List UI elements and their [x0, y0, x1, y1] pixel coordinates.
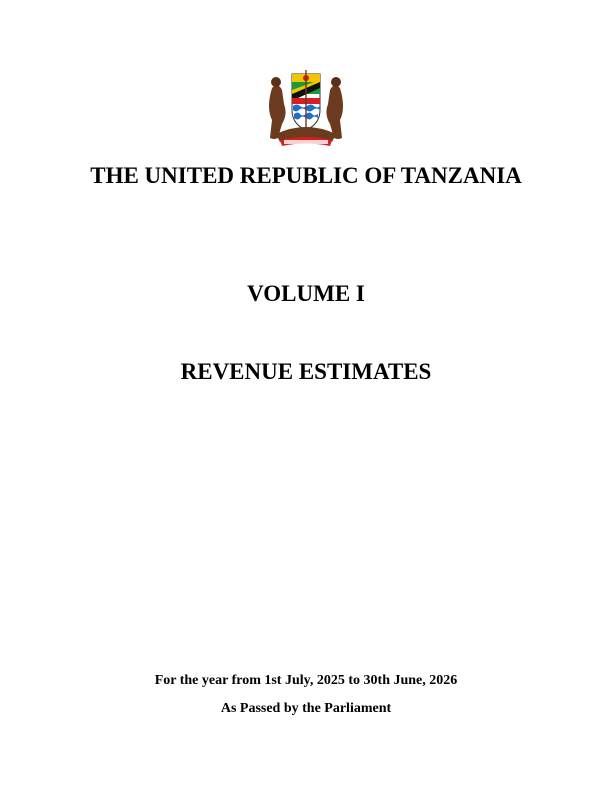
document-page: THE UNITED REPUBLIC OF TANZANIA VOLUME I… [0, 0, 612, 792]
volume-title: VOLUME I [247, 281, 365, 306]
document-subject: REVENUE ESTIMATES [180, 359, 432, 384]
tanzania-coat-of-arms-icon [269, 70, 343, 146]
fiscal-period: For the year from 1st July, 2025 to 30th… [154, 673, 458, 688]
approval-status: As Passed by the Parliament [220, 701, 392, 716]
country-title: THE UNITED REPUBLIC OF TANZANIA [90, 163, 522, 188]
